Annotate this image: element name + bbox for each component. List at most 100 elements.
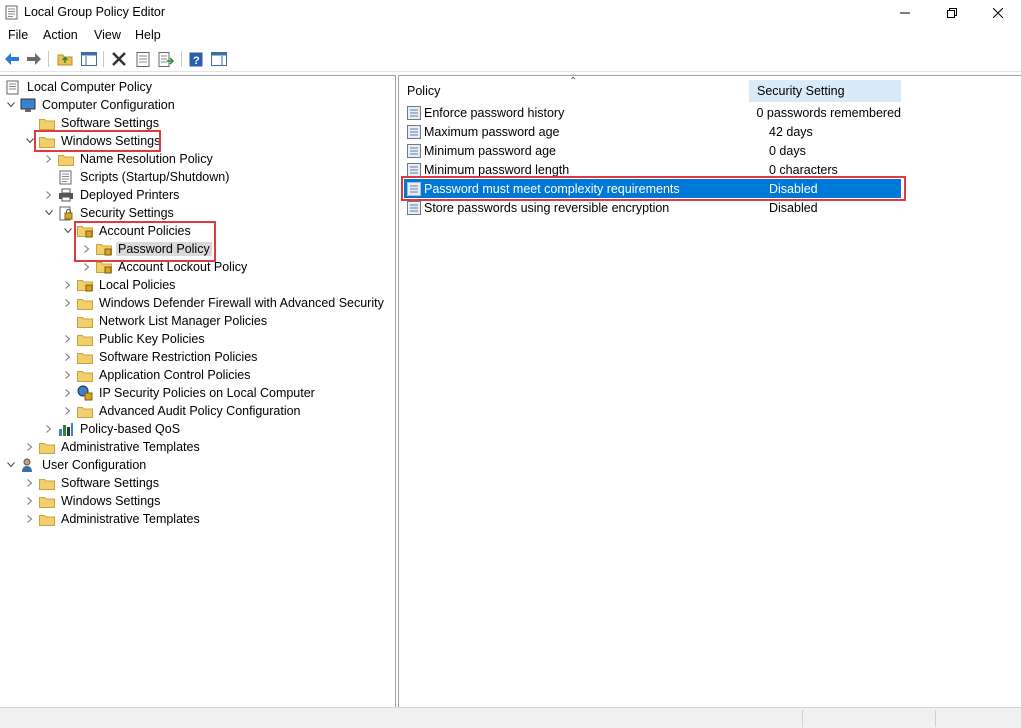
folder-icon (77, 331, 93, 347)
delete-button[interactable] (109, 49, 129, 69)
tree-label: Scripts (Startup/Shutdown) (80, 170, 230, 184)
menu-file[interactable]: File (8, 28, 28, 42)
help-button[interactable]: ? (186, 49, 206, 69)
chevron-right-icon[interactable] (81, 258, 93, 276)
list-item[interactable]: Minimum password age 0 days (404, 141, 901, 160)
console-tree-pane[interactable]: Local Computer Policy Computer Configura… (0, 75, 396, 707)
details-pane[interactable]: ⌃ Policy Security Setting Enforce passwo… (398, 75, 1021, 707)
tree-item-scripts[interactable]: Scripts (Startup/Shutdown) (58, 168, 231, 186)
policy-value: 42 days (769, 124, 813, 139)
policy-name: Password must meet complexity requiremen… (424, 181, 680, 196)
chevron-right-icon[interactable] (81, 240, 93, 258)
back-arrow-icon (5, 53, 19, 65)
tree-item-user-windows-settings[interactable]: Windows Settings (24, 492, 162, 510)
tree-label: Windows Settings (61, 494, 161, 508)
locked-folder-icon (77, 223, 93, 239)
tree-item-software-restriction[interactable]: Software Restriction Policies (62, 348, 259, 366)
chevron-down-icon[interactable] (5, 456, 17, 474)
policy-setting-icon (407, 124, 421, 139)
chevron-right-icon[interactable] (24, 438, 36, 456)
restore-button[interactable] (929, 0, 975, 25)
tree-label: Computer Configuration (42, 98, 175, 112)
back-button[interactable] (2, 49, 22, 69)
tree-item-application-control[interactable]: Application Control Policies (62, 366, 252, 384)
chevron-right-icon[interactable] (43, 150, 55, 168)
chevron-right-icon[interactable] (43, 420, 55, 438)
chevron-down-icon[interactable] (43, 204, 55, 222)
properties-button[interactable] (133, 49, 153, 69)
minimize-button[interactable] (882, 0, 928, 25)
menu-view[interactable]: View (94, 28, 121, 42)
chevron-right-icon[interactable] (62, 276, 74, 294)
chevron-right-icon[interactable] (24, 492, 36, 510)
tree-item-public-key-policies[interactable]: Public Key Policies (62, 330, 207, 348)
tree-item-windows-defender-firewall[interactable]: Windows Defender Firewall with Advanced … (62, 294, 386, 312)
tree-item-computer-configuration[interactable]: Computer Configuration (5, 96, 177, 114)
tree-item-account-lockout-policy[interactable]: Account Lockout Policy (81, 258, 249, 276)
tree-item-windows-settings[interactable]: Windows Settings (24, 132, 162, 150)
list-item[interactable]: Store passwords using reversible encrypt… (404, 198, 901, 217)
tree-item-local-policies[interactable]: Local Policies (62, 276, 177, 294)
chevron-right-icon[interactable] (24, 474, 36, 492)
chevron-right-icon[interactable] (62, 402, 74, 420)
tree-item-security-settings[interactable]: Security Settings (43, 204, 176, 222)
tree-item-local-computer-policy[interactable]: Local Computer Policy (5, 78, 154, 96)
tree-item-user-configuration[interactable]: User Configuration (5, 456, 148, 474)
chevron-right-icon[interactable] (62, 294, 74, 312)
column-header-security-setting[interactable]: Security Setting (749, 80, 901, 102)
status-bar (0, 707, 1021, 728)
tree-label: Administrative Templates (61, 512, 200, 526)
tree-item-administrative-templates[interactable]: Administrative Templates (24, 438, 202, 456)
tree-item-ip-security[interactable]: IP Security Policies on Local Computer (62, 384, 317, 402)
tree-label: Account Policies (99, 224, 191, 238)
tree-item-account-policies[interactable]: Account Policies (62, 222, 193, 240)
policy-setting-icon (407, 105, 421, 120)
locked-folder-icon (96, 259, 112, 275)
tree-label: Software Settings (61, 476, 159, 490)
forward-button[interactable] (24, 49, 44, 69)
chevron-right-icon[interactable] (62, 384, 74, 402)
tree-item-password-policy[interactable]: Password Policy (81, 240, 212, 258)
tree-item-user-administrative-templates[interactable]: Administrative Templates (24, 510, 202, 528)
show-hide-console-tree-button[interactable] (79, 49, 99, 69)
chevron-right-icon[interactable] (62, 348, 74, 366)
toolbar-separator (103, 51, 104, 67)
chevron-right-icon[interactable] (62, 330, 74, 348)
chevron-right-icon[interactable] (62, 366, 74, 384)
show-hide-action-pane-button[interactable] (209, 49, 229, 69)
list-item[interactable]: Maximum password age 42 days (404, 122, 901, 141)
tree-label: Security Settings (80, 206, 174, 220)
tree-item-advanced-audit[interactable]: Advanced Audit Policy Configuration (62, 402, 303, 420)
folder-icon (39, 493, 55, 509)
tree-item-policy-based-qos[interactable]: Policy-based QoS (43, 420, 182, 438)
chevron-right-icon[interactable] (43, 186, 55, 204)
list-item[interactable]: Minimum password length 0 characters (404, 160, 901, 179)
chevron-down-icon[interactable] (24, 132, 36, 150)
user-icon (20, 457, 36, 473)
tree-label: Account Lockout Policy (118, 260, 248, 274)
menu-action[interactable]: Action (43, 28, 78, 42)
up-one-level-button[interactable] (55, 49, 75, 69)
chevron-down-icon[interactable] (62, 222, 74, 240)
policy-value: 0 days (769, 143, 806, 158)
chevron-down-icon[interactable] (5, 96, 17, 114)
properties-icon (136, 51, 150, 67)
column-header-policy[interactable]: Policy (407, 80, 747, 102)
tree-item-name-resolution-policy[interactable]: Name Resolution Policy (43, 150, 215, 168)
chevron-right-icon[interactable] (24, 510, 36, 528)
tree-item-user-software-settings[interactable]: Software Settings (24, 474, 161, 492)
tree-item-network-list-manager[interactable]: Network List Manager Policies (77, 312, 269, 330)
tree-item-software-settings[interactable]: Software Settings (39, 114, 161, 132)
policy-editor-app-icon (5, 5, 19, 20)
export-list-button[interactable] (156, 49, 176, 69)
close-button[interactable] (975, 0, 1021, 25)
tree-item-deployed-printers[interactable]: Deployed Printers (43, 186, 181, 204)
list-item-selected[interactable]: Password must meet complexity requiremen… (404, 179, 901, 198)
policy-value: 0 passwords remembered (756, 105, 901, 120)
policy-name: Store passwords using reversible encrypt… (424, 200, 670, 215)
list-item[interactable]: Enforce password history 0 passwords rem… (404, 103, 901, 122)
show-hide-action-pane-icon (211, 52, 227, 66)
menu-help[interactable]: Help (135, 28, 161, 42)
folder-icon (39, 115, 55, 131)
folder-icon (39, 133, 55, 149)
